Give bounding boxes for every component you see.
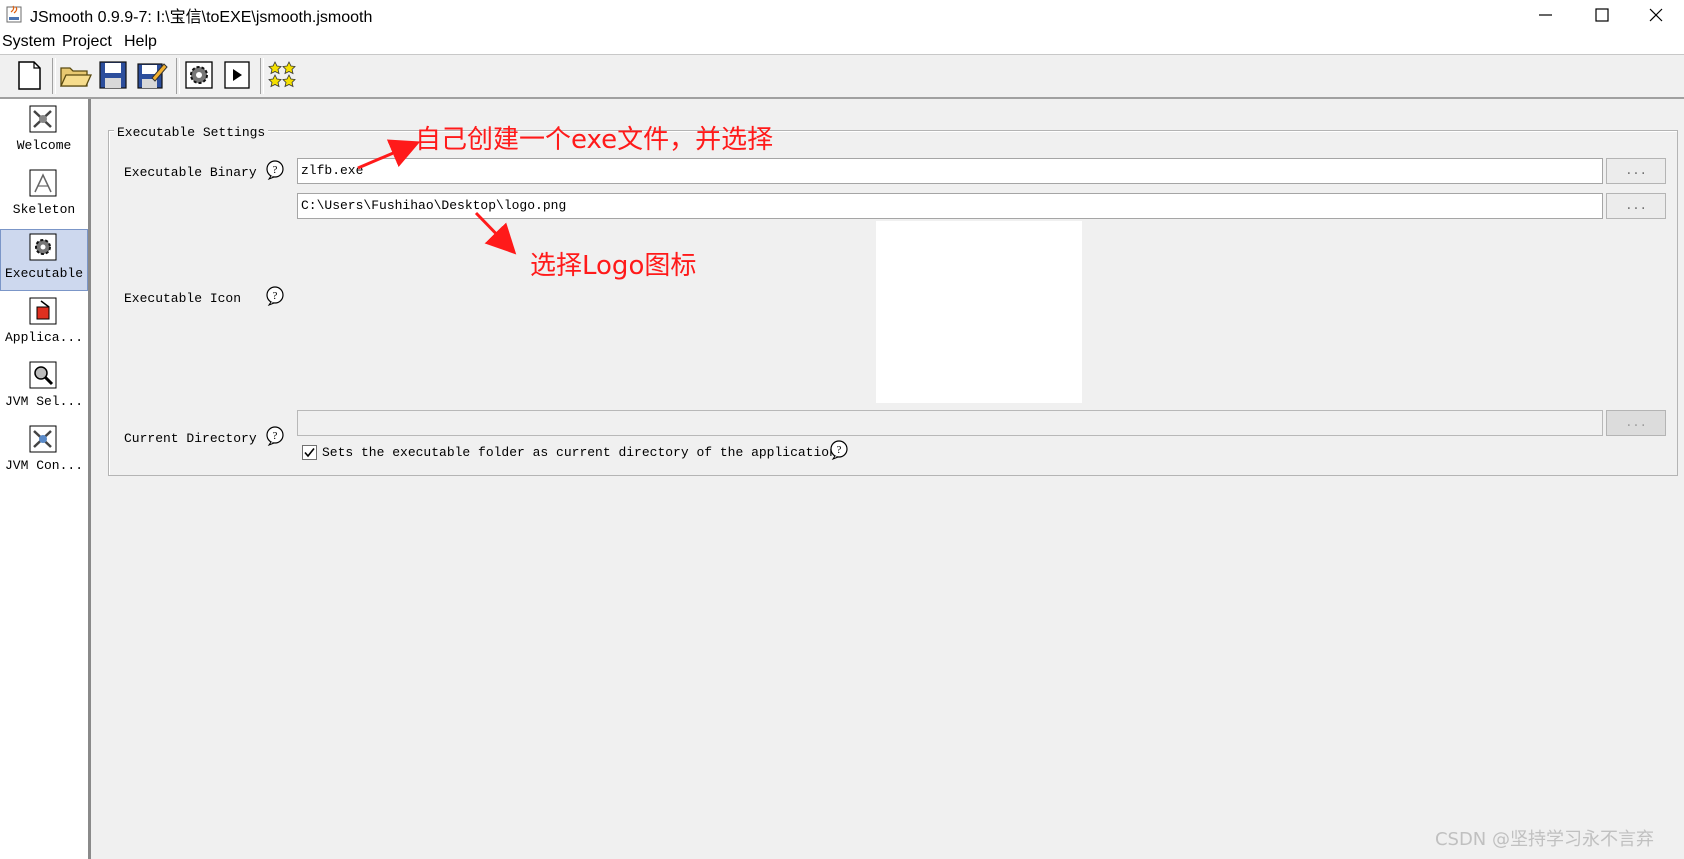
maximize-button[interactable] (1574, 0, 1630, 30)
close-button[interactable] (1628, 0, 1684, 30)
executable-binary-label: Executable Binary (124, 165, 257, 180)
sidebar-item-label: Applica... (4, 330, 83, 345)
java-app-icon (6, 5, 22, 23)
menu-help[interactable]: Help (124, 33, 157, 51)
about-button[interactable] (266, 58, 300, 92)
sidebar-item-label: JVM Con... (4, 458, 83, 473)
open-folder-icon (59, 67, 93, 87)
set-current-directory-label: Sets the executable folder as current di… (322, 445, 845, 460)
sidebar-item-application[interactable]: Applica... (0, 293, 88, 355)
current-directory-label: Current Directory (124, 431, 257, 446)
group-legend: Executable Settings (114, 125, 269, 140)
help-icon[interactable]: ? (265, 286, 285, 306)
welcome-icon (29, 105, 57, 133)
toolbar-separator (260, 58, 264, 94)
jvm-config-icon (29, 425, 57, 453)
annotation-binary-note: 自己创建一个exe文件，并选择 (415, 125, 774, 155)
executable-icon-label: Executable Icon (124, 291, 242, 306)
svg-text:?: ? (273, 290, 278, 302)
save-project-button[interactable] (96, 58, 130, 92)
set-current-directory-checkbox[interactable] (302, 445, 317, 460)
sidebar: Welcome Skeleton Executable Applica... J… (0, 99, 91, 859)
jvm-selection-icon (29, 361, 57, 389)
executable-binary-input[interactable]: zlfb.exe (297, 158, 1603, 184)
executable-settings-panel: Executable Settings Executable Binary ? … (91, 99, 1684, 859)
window-title: JSmooth 0.9.9-7: I:\宝信\toEXE\jsmooth.jsm… (30, 9, 373, 26)
help-icon[interactable]: ? (265, 160, 285, 180)
new-file-icon (18, 61, 41, 90)
menu-project[interactable]: Project (62, 33, 112, 51)
checkmark-icon (304, 448, 315, 458)
svg-text:?: ? (273, 164, 278, 176)
minimize-icon (1539, 14, 1552, 16)
compile-gear-icon (185, 61, 213, 89)
save-icon (99, 61, 127, 89)
annotation-icon-note: 选择Logo图标 (530, 251, 697, 281)
svg-text:?: ? (837, 444, 842, 456)
sidebar-item-welcome[interactable]: Welcome (0, 101, 88, 163)
close-icon (1649, 8, 1663, 22)
sidebar-item-label: Skeleton (12, 202, 76, 217)
run-icon (224, 61, 250, 89)
browse-binary-button[interactable]: ... (1606, 158, 1666, 184)
open-project-button[interactable] (58, 58, 93, 92)
skeleton-icon (29, 169, 57, 197)
minimize-button[interactable] (1518, 0, 1574, 30)
compile-button[interactable] (182, 58, 216, 92)
toolbar-separator (52, 58, 56, 94)
help-icon[interactable]: ? (829, 440, 849, 460)
sidebar-item-executable[interactable]: Executable (0, 229, 88, 291)
toolbar (0, 55, 1684, 99)
icon-preview-area (876, 221, 1082, 403)
toolbar-separator (176, 58, 180, 94)
about-stars-icon (268, 61, 296, 88)
browse-icon-button[interactable]: ... (1606, 193, 1666, 219)
help-icon[interactable]: ? (265, 426, 285, 446)
svg-text:?: ? (273, 430, 278, 442)
new-project-button[interactable] (12, 58, 46, 92)
sidebar-item-label: Executable (4, 266, 83, 281)
save-as-button[interactable] (134, 58, 168, 92)
menu-bar: System Project Help (0, 30, 1684, 55)
sidebar-item-label: JVM Sel... (4, 394, 83, 409)
menu-system[interactable]: System (2, 33, 55, 51)
application-icon (29, 297, 57, 325)
current-directory-input (297, 410, 1603, 436)
executable-icon-input[interactable]: C:\Users\Fushihao\Desktop\logo.png (297, 193, 1603, 219)
sidebar-item-skeleton[interactable]: Skeleton (0, 165, 88, 227)
executable-gear-icon (29, 233, 57, 261)
save-as-icon (137, 63, 168, 89)
watermark: CSDN @坚持学习永不言弃 (1434, 829, 1654, 850)
maximize-icon (1595, 8, 1609, 22)
sidebar-item-jvm-selection[interactable]: JVM Sel... (0, 357, 88, 419)
browse-directory-button: ... (1606, 410, 1666, 436)
sidebar-item-jvm-configuration[interactable]: JVM Con... (0, 421, 88, 483)
run-button[interactable] (220, 58, 254, 92)
window-title-bar: JSmooth 0.9.9-7: I:\宝信\toEXE\jsmooth.jsm… (0, 0, 1684, 30)
sidebar-item-label: Welcome (16, 138, 72, 153)
